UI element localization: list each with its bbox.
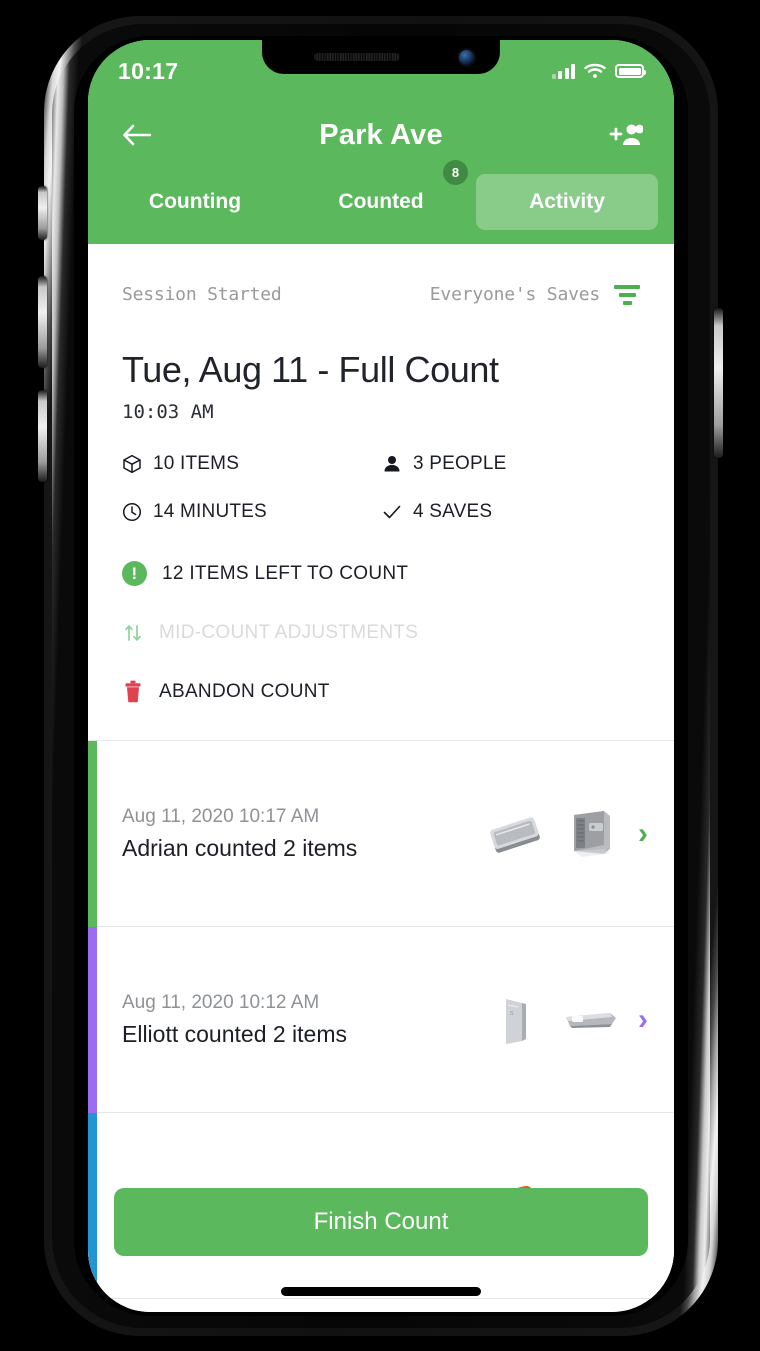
tab-counting-label: Counting xyxy=(148,190,242,213)
session-time: 10:03 AM xyxy=(122,401,214,423)
table-row[interactable]: Aug 11, 2020 10:12 AM Elliott counted 2 … xyxy=(88,927,674,1113)
chevron-right-icon[interactable]: › xyxy=(638,1004,648,1035)
stat-row: 14 MINUTES 4 SAVES xyxy=(122,501,640,523)
items-left-label: 12 ITEMS LEFT TO COUNT xyxy=(162,562,409,584)
stat-items-label: 10 ITEMS xyxy=(153,453,240,474)
stat-people: 3 PEOPLE xyxy=(382,453,506,475)
counted-badge: 8 xyxy=(443,160,468,185)
person-icon xyxy=(384,456,400,472)
stat-saves-label: 4 SAVES xyxy=(413,501,493,522)
page-title: Park Ave xyxy=(319,118,443,151)
saves-filter-label: Everyone's Saves xyxy=(429,284,600,305)
front-camera-icon xyxy=(459,50,474,65)
check-icon xyxy=(383,505,401,519)
saves-filter[interactable]: Everyone's Saves xyxy=(430,284,640,305)
row-timestamp: Aug 11, 2020 10:17 AM xyxy=(122,805,320,827)
home-indicator[interactable] xyxy=(281,1287,481,1296)
row-accent-bar xyxy=(88,741,97,927)
phone-screen: Park Ave Counting Counted 8 Activity 10:… xyxy=(88,40,674,1312)
alert-circle-icon: ! xyxy=(122,561,147,586)
battery-icon xyxy=(615,64,646,78)
row-timestamp: Aug 11, 2020 10:12 AM xyxy=(122,991,320,1013)
trash-icon xyxy=(125,680,141,703)
volume-up-button[interactable] xyxy=(38,276,47,368)
finish-count-button[interactable]: Finish Count xyxy=(114,1188,648,1256)
tab-bar: Counting Counted 8 Activity xyxy=(88,160,674,244)
add-people-icon[interactable] xyxy=(604,113,648,157)
stat-people-label: 3 PEOPLE xyxy=(413,453,507,474)
slim-drive-thumbnail xyxy=(560,991,622,1049)
power-button[interactable] xyxy=(714,308,723,458)
filter-bar: Session Started Everyone's Saves xyxy=(88,256,674,323)
session-stats: 10 ITEMS 3 PEOPLE 14 MINUTES 4 SAVES xyxy=(88,423,674,523)
action-list: ! 12 ITEMS LEFT TO COUNT MID-COUNT ADJUS… xyxy=(88,549,674,704)
mid-count-adjustments-label: MID-COUNT ADJUSTMENTS xyxy=(159,622,419,643)
row-thumbnails xyxy=(484,805,622,863)
portable-drive-thumbnail xyxy=(484,805,546,863)
notch xyxy=(262,40,500,74)
stat-minutes: 14 MINUTES xyxy=(122,501,382,523)
signal-bars-icon xyxy=(551,63,575,79)
row-description: Adrian counted 2 items xyxy=(122,834,358,861)
session-filter-label[interactable]: Session Started xyxy=(122,284,282,305)
status-icons xyxy=(551,63,646,79)
items-left-action[interactable]: ! 12 ITEMS LEFT TO COUNT xyxy=(122,561,640,586)
status-clock: 10:17 xyxy=(118,57,179,84)
tab-counted[interactable]: Counted 8 xyxy=(290,160,472,230)
stat-row: 10 ITEMS 3 PEOPLE xyxy=(122,453,640,475)
tab-activity-label: Activity xyxy=(529,190,605,213)
app-bar-row: Park Ave xyxy=(88,96,674,174)
volume-down-button[interactable] xyxy=(38,390,47,482)
up-down-arrows-icon xyxy=(125,625,141,641)
chevron-right-icon[interactable]: › xyxy=(638,818,648,849)
mid-count-adjustments-action: MID-COUNT ADJUSTMENTS xyxy=(122,622,640,644)
screenshot-stage: Park Ave Counting Counted 8 Activity 10:… xyxy=(0,0,760,1351)
tab-counted-label: Counted xyxy=(338,190,424,213)
stat-items: 10 ITEMS xyxy=(122,453,382,475)
clock-icon xyxy=(122,502,142,522)
row-description: Elliott counted 2 items xyxy=(122,1020,348,1047)
activity-content: Session Started Everyone's Saves Tue, Au… xyxy=(88,256,674,1312)
back-arrow-icon[interactable] xyxy=(114,113,158,157)
filter-funnel-icon[interactable] xyxy=(614,284,640,305)
session-title: Tue, Aug 11 - Full Count xyxy=(122,349,499,390)
mute-switch-button[interactable] xyxy=(38,186,47,240)
row-thumbnails: s xyxy=(484,991,622,1049)
wifi-icon xyxy=(584,63,606,78)
tab-counting[interactable]: Counting xyxy=(104,174,286,230)
abandon-count-action[interactable]: ABANDON COUNT xyxy=(122,680,640,704)
finish-count-container: Finish Count xyxy=(88,1188,674,1256)
stat-saves: 4 SAVES xyxy=(382,501,492,523)
cube-icon xyxy=(123,454,141,474)
silver-drive-thumbnail: s xyxy=(484,991,546,1049)
tower-drive-thumbnail xyxy=(560,805,622,863)
row-text: Aug 11, 2020 10:12 AM Elliott counted 2 … xyxy=(122,992,484,1048)
stat-minutes-label: 14 MINUTES xyxy=(153,501,267,522)
tab-activity[interactable]: Activity xyxy=(476,174,658,230)
earpiece-speaker-icon xyxy=(314,53,400,61)
row-accent-bar xyxy=(88,927,97,1113)
table-row[interactable]: Aug 11, 2020 10:17 AM Adrian counted 2 i… xyxy=(88,741,674,927)
abandon-count-label: ABANDON COUNT xyxy=(159,681,330,702)
svg-text:s: s xyxy=(510,1010,514,1017)
row-text: Aug 11, 2020 10:17 AM Adrian counted 2 i… xyxy=(122,806,484,862)
